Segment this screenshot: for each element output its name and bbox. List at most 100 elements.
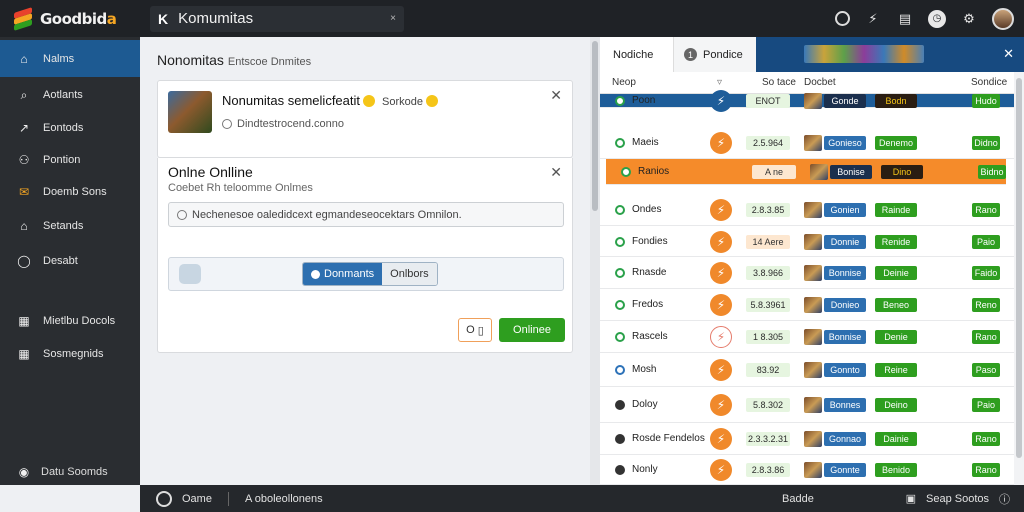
lightning-icon[interactable]: ⚡: [710, 294, 732, 316]
close-icon[interactable]: ✕: [550, 87, 562, 104]
status-user[interactable]: Oame: [182, 493, 212, 505]
window-title-tab[interactable]: K Komumitas ×: [150, 5, 404, 32]
row-status[interactable]: Rainde: [875, 203, 917, 217]
online-button[interactable]: Onlinee: [499, 318, 565, 342]
close-tab-icon[interactable]: ×: [390, 13, 396, 24]
user-icon[interactable]: [156, 490, 172, 507]
table-row[interactable]: Poon ⚡ ENOT Gonde Bodn Hudo: [600, 90, 1014, 112]
sidebar-item-segments[interactable]: ▦ Sosmegnids: [0, 339, 140, 369]
sidebar-item-docs[interactable]: ▦ Mietlbu Docols: [0, 306, 140, 336]
scrollbar-thumb[interactable]: [592, 41, 598, 211]
row-game[interactable]: Bonnise: [824, 266, 866, 280]
row-game[interactable]: Gonnao: [824, 432, 866, 446]
lightning-icon[interactable]: ⚡: [710, 359, 732, 381]
lightning-icon[interactable]: ⚡: [710, 262, 732, 284]
row-action-button[interactable]: Rano: [972, 463, 1000, 477]
lightning-icon[interactable]: ⚡: [710, 231, 732, 253]
row-action-button[interactable]: Bidno: [978, 165, 1006, 179]
row-action-button[interactable]: Paio: [972, 235, 1000, 249]
close-icon[interactable]: ✕: [1003, 46, 1014, 62]
tab-pondice[interactable]: 1 Pondice: [673, 37, 756, 72]
segment-donmants[interactable]: Donmants: [303, 263, 383, 285]
row-action-button[interactable]: Faido: [972, 266, 1000, 280]
lightning-icon[interactable]: ⚡: [710, 199, 732, 221]
table-row[interactable]: Nonly ⚡ 2.8.3.86 Gonnte Benido Rano: [600, 455, 1014, 485]
row-game[interactable]: Gonieso: [824, 136, 866, 150]
row-game[interactable]: Gonnto: [824, 363, 866, 377]
settings-icon[interactable]: ⚙: [960, 10, 978, 28]
user-avatar[interactable]: [992, 7, 1014, 30]
table-row[interactable]: Doloy ⚡ 5.8.302 Bonnes Deino Paio: [600, 387, 1014, 423]
activity-icon[interactable]: ⚡: [864, 10, 882, 28]
row-status[interactable]: Denemo: [875, 136, 917, 150]
row-game[interactable]: Gonnte: [824, 463, 866, 477]
notes-icon[interactable]: ▤: [896, 10, 914, 28]
row-status[interactable]: Reine: [875, 363, 917, 377]
table-row[interactable]: Rnasde ⚡ 3.8.966 Bonnise Deinie Faido: [600, 257, 1014, 289]
row-game[interactable]: Gonde: [824, 94, 866, 108]
row-game[interactable]: Donieo: [824, 298, 866, 312]
row-status[interactable]: Dainie: [875, 432, 917, 446]
toggle-switch[interactable]: [179, 264, 201, 284]
sidebar-item-chat[interactable]: ◯ Desabt: [0, 246, 140, 276]
sidebar-item-search[interactable]: ⌕ Aotlants: [0, 80, 140, 110]
table-row[interactable]: Rosde Fendelos ⚡ 2.3.3.2.31 Gonnao Dainie Ran…: [600, 423, 1014, 455]
row-status[interactable]: Benido: [875, 463, 917, 477]
sidebar-footer[interactable]: ◉ Datu Soomds: [0, 458, 140, 485]
row-action-button[interactable]: Paio: [972, 398, 1000, 412]
sidebar-item-users[interactable]: ⚇ Pontion: [0, 145, 140, 175]
row-status[interactable]: Dino: [881, 165, 923, 179]
status-right[interactable]: Seap Sootos: [926, 493, 989, 505]
table-row[interactable]: Fredos ⚡ 5.8.3961 Donieo Beneo Reno: [600, 289, 1014, 321]
table-row[interactable]: Ranios⚡A neBoniseDinoBidno: [606, 159, 1006, 185]
row-game[interactable]: Bonise: [830, 165, 872, 179]
status-icon[interactable]: [835, 11, 850, 26]
row-action-button[interactable]: Reno: [972, 298, 1000, 312]
col-header[interactable]: Neop: [612, 77, 636, 88]
main-scrollbar[interactable]: [590, 37, 600, 485]
row-status[interactable]: Deinie: [875, 266, 917, 280]
row-status[interactable]: Renide: [875, 235, 917, 249]
layout-icon[interactable]: ▣: [906, 492, 916, 505]
row-game[interactable]: Gonien: [824, 203, 866, 217]
lightning-icon[interactable]: ⚡: [710, 394, 732, 416]
table-row[interactable]: Mosh ⚡ 83.92 Gonnto Reine Paso: [600, 353, 1014, 387]
row-status[interactable]: Beneo: [875, 298, 917, 312]
lightning-icon[interactable]: ⚡: [710, 428, 732, 450]
game-thumbnail[interactable]: [168, 91, 212, 133]
app-logo[interactable]: Goodbida: [0, 0, 140, 37]
sort-icon[interactable]: ▿: [717, 77, 722, 88]
segment-onlbors[interactable]: Onlbors: [382, 263, 437, 285]
row-action-button[interactable]: Didno: [972, 136, 1000, 150]
lightning-icon[interactable]: ⚡: [710, 132, 732, 154]
row-status[interactable]: Denie: [875, 330, 917, 344]
row-status[interactable]: Bodn: [875, 94, 917, 108]
lightning-icon[interactable]: ⚡: [710, 459, 732, 481]
sidebar-item-home[interactable]: ⌂ Nalms: [0, 40, 140, 77]
table-row[interactable]: Ondes ⚡ 2.8.3.85 Gonien Rainde Rano: [600, 194, 1014, 226]
col-header[interactable]: So tace: [762, 77, 796, 88]
sidebar-item-trends[interactable]: ↗ Eontods: [0, 113, 140, 143]
row-game[interactable]: Donnie: [824, 235, 866, 249]
col-header[interactable]: Docbet: [804, 77, 836, 88]
row-action-button[interactable]: Rano: [972, 203, 1000, 217]
sidebar-item-mail[interactable]: ✉ Doemb Sons: [0, 177, 140, 207]
scrollbar-thumb[interactable]: [1016, 78, 1022, 458]
row-status[interactable]: Deino: [875, 398, 917, 412]
tab-banner[interactable]: ✕: [756, 37, 1024, 72]
row-game[interactable]: Bonnes: [824, 398, 866, 412]
table-row[interactable]: Fondies ⚡ 14 Aere Donnie Renide Paio: [600, 226, 1014, 257]
table-row[interactable]: Maeis ⚡ 2.5.964 Gonieso Denemo Didno: [600, 126, 1014, 159]
row-game[interactable]: Bonnise: [824, 330, 866, 344]
clock-icon[interactable]: ◷: [928, 9, 946, 28]
secondary-button[interactable]: O ▯: [458, 318, 492, 342]
row-action-button[interactable]: Rano: [972, 432, 1000, 446]
sidebar-item-settings[interactable]: ⌂ Setands: [0, 211, 140, 241]
lightning-icon[interactable]: ⚡: [710, 90, 732, 112]
row-action-button[interactable]: Hudo: [972, 94, 1000, 108]
table-scrollbar[interactable]: [1014, 72, 1024, 485]
table-row[interactable]: Rascels ⚡ 1 8.305 Bonnise Denie Rano: [600, 321, 1014, 353]
search-input[interactable]: Nechenesoe oaledidcext egmandeseocektars…: [168, 202, 564, 227]
row-action-button[interactable]: Rano: [972, 330, 1000, 344]
close-icon[interactable]: ✕: [550, 164, 562, 181]
